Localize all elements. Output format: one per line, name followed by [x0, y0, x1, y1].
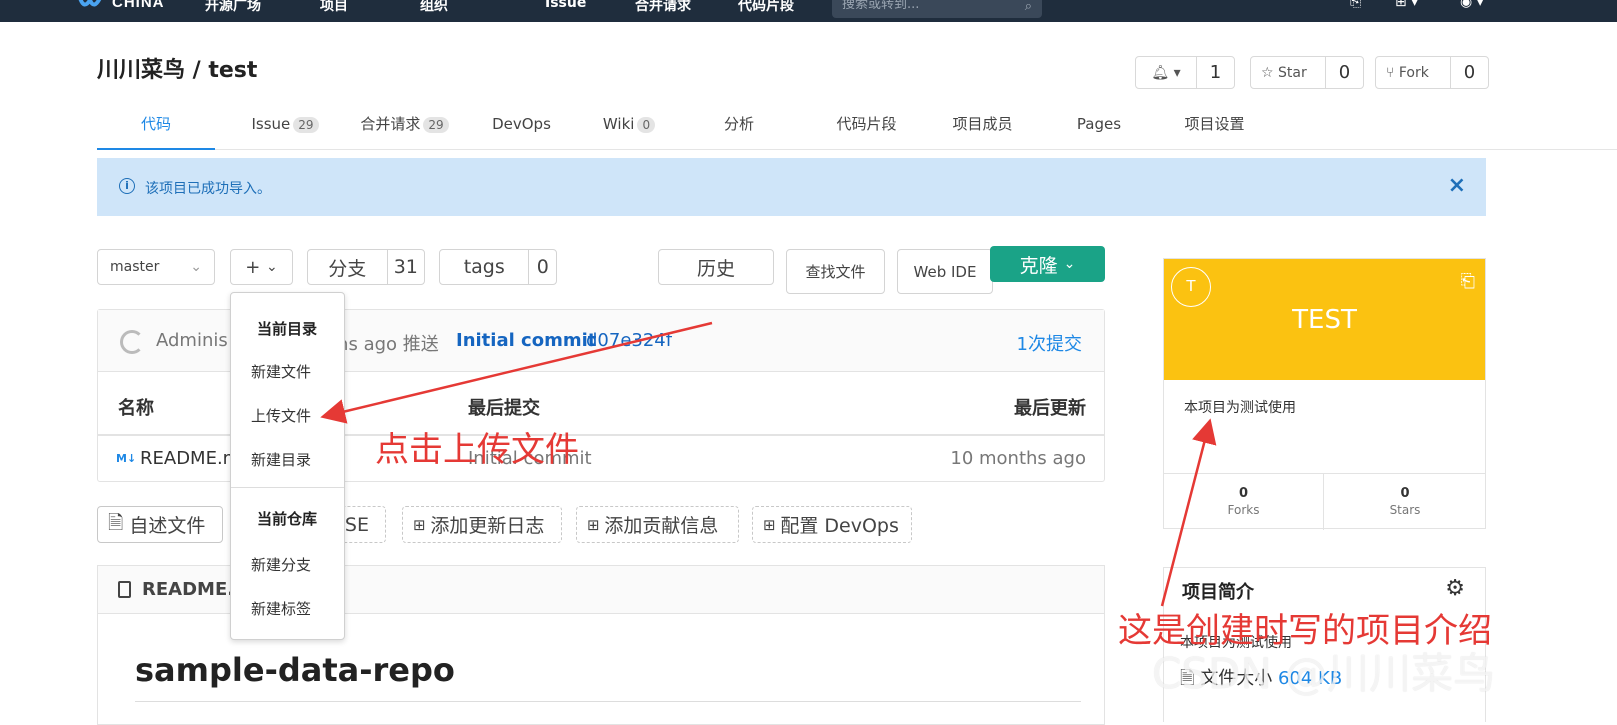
- annotation-arrows: [320, 321, 1217, 607]
- arrow-to-upload: [320, 321, 713, 424]
- arrow-to-description: [1160, 418, 1217, 607]
